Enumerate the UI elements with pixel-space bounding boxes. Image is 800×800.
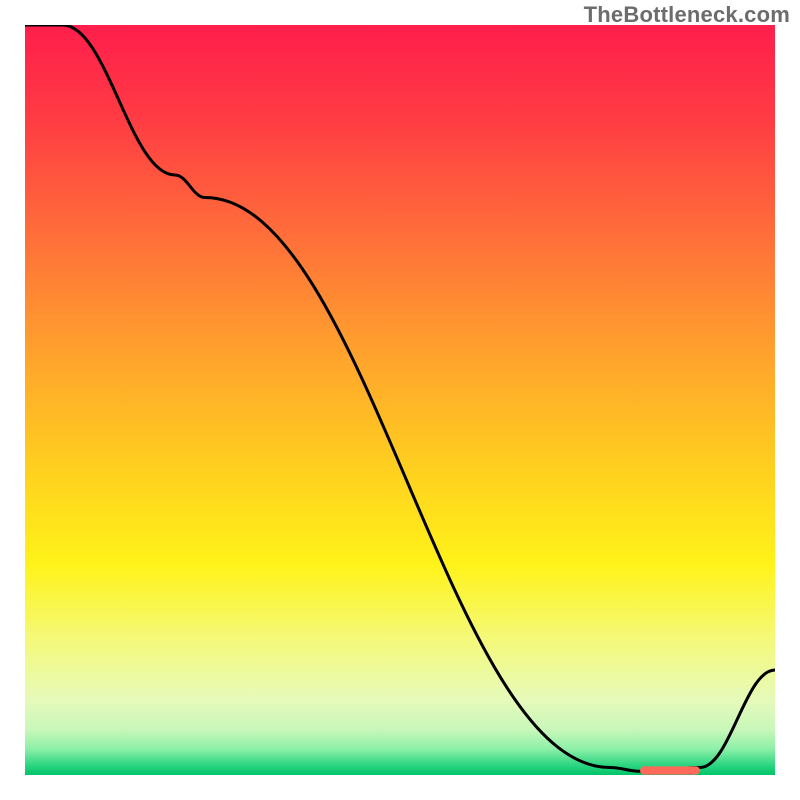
bottleneck-chart [25,25,775,775]
optimal-range-marker [640,766,700,774]
chart-container: TheBottleneck.com [0,0,800,800]
watermark-label: TheBottleneck.com [584,2,790,28]
